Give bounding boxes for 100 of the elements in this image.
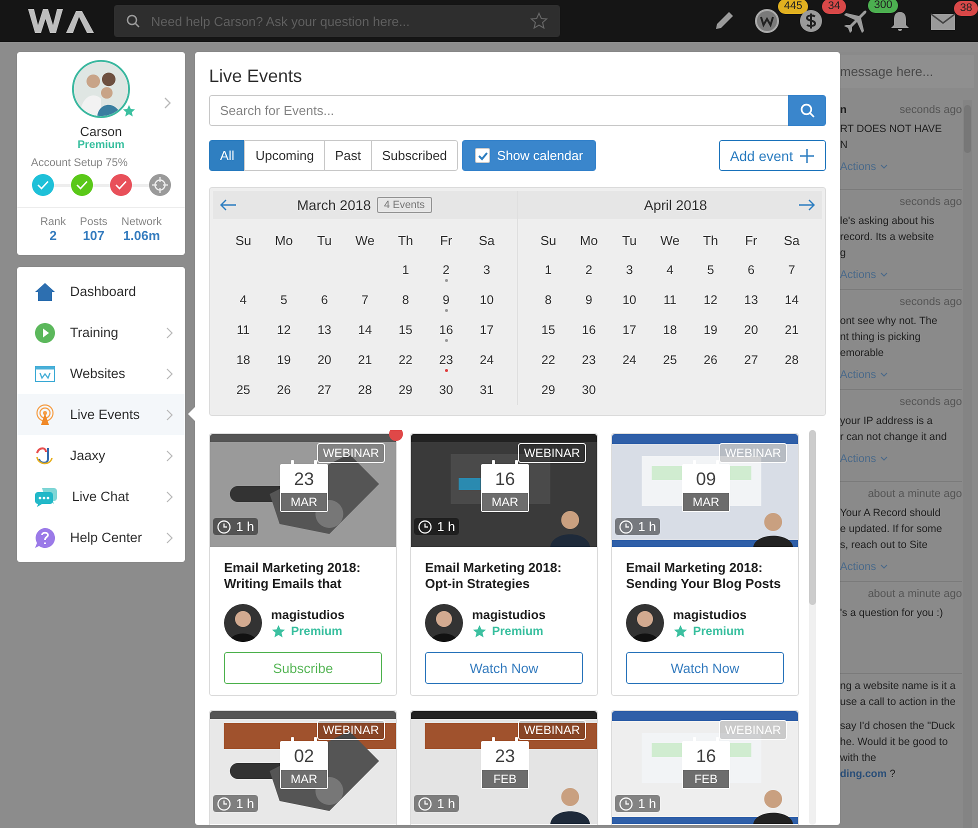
watch-button[interactable]: Watch Now [425, 652, 583, 684]
event-search-field[interactable]: Search for Events... [209, 95, 788, 126]
event-card[interactable]: WEBINAR 16 MAR 1 h Email Marketing 2018: Opt-in Strategies magistudios Premium Watch Now [410, 433, 598, 696]
calendar-day[interactable]: 11 [236, 323, 250, 337]
calendar-day[interactable]: 2 [585, 263, 592, 277]
check-step-icon[interactable] [30, 173, 54, 197]
calendar-day[interactable]: 12 [704, 293, 718, 307]
calendar-day[interactable]: 8 [544, 293, 552, 307]
filter-tab[interactable]: Past [324, 140, 372, 171]
search-button[interactable] [788, 95, 826, 126]
calendar-day[interactable]: 17 [480, 323, 494, 337]
calendar-day[interactable]: 18 [663, 323, 677, 337]
calendar-day[interactable]: 20 [744, 323, 758, 337]
nav-item[interactable]: Help Center [17, 517, 195, 558]
calendar-day[interactable]: 19 [276, 353, 291, 367]
calendar-day[interactable]: 27 [744, 353, 758, 367]
calendar-day[interactable]: 11 [664, 293, 676, 307]
calendar-day[interactable]: 28 [784, 353, 799, 367]
calendar-day[interactable]: 16 [582, 323, 596, 337]
check-step-icon[interactable] [70, 173, 94, 197]
filter-tab[interactable]: Subscribed [371, 140, 458, 171]
calendar-day[interactable]: 6 [320, 293, 328, 307]
calendar-day[interactable]: 3 [483, 263, 490, 277]
calendar-day[interactable]: 24 [480, 353, 494, 367]
calendar-day[interactable]: 6 [748, 263, 755, 277]
event-card[interactable]: WEBINAR 23 MAR 1 h Email Marketing 2018: Writing Emails that magistudios Premium Subscribe [209, 433, 397, 696]
calendar-day[interactable]: 9 [442, 293, 450, 307]
dollar-icon[interactable] [798, 8, 824, 34]
event-card[interactable]: WEBINAR 09 MAR 1 h Email Marketing 2018: Sending Your Blog Posts magistudios Premium Watch Now [611, 433, 799, 696]
message-field[interactable]: message here... [840, 55, 974, 88]
add-event-button[interactable]: Add event [718, 140, 826, 171]
calendar-day[interactable]: 26 [276, 383, 291, 397]
calendar-day[interactable]: 27 [317, 383, 332, 397]
calendar-day[interactable]: 30 [439, 383, 454, 397]
nav-item[interactable]: Training [17, 312, 195, 353]
date-month: FEB [482, 770, 528, 788]
calendar-day[interactable]: 30 [582, 383, 596, 397]
calendar-day[interactable]: 15 [398, 323, 413, 337]
calendar-day[interactable]: 23 [582, 353, 596, 367]
nav-item[interactable]: Dashboard [17, 271, 195, 312]
calendar-day[interactable]: 22 [541, 353, 556, 367]
calendar-day[interactable]: 8 [402, 293, 410, 307]
calendar-day[interactable]: 10 [480, 293, 494, 307]
show-calendar-toggle[interactable]: Show calendar [462, 140, 596, 171]
nav-item[interactable]: Websites [17, 353, 195, 394]
scrollbar[interactable] [809, 430, 816, 825]
calendar-day[interactable]: 4 [666, 263, 674, 277]
calendar-day[interactable]: 4 [240, 293, 247, 307]
filter-tab[interactable]: Upcoming [244, 140, 325, 171]
calendar-day[interactable]: 3 [626, 263, 633, 277]
calendar-day[interactable]: 22 [398, 353, 413, 367]
logo-icon[interactable] [26, 7, 96, 35]
calendar-day[interactable]: 29 [541, 383, 556, 397]
nav-item[interactable]: Live Chat [17, 476, 195, 517]
star-icon[interactable] [530, 12, 548, 30]
calendar-day[interactable]: 15 [541, 323, 556, 337]
calendar-day[interactable]: 13 [317, 323, 332, 337]
membership-level: Premium [77, 139, 125, 151]
calendar-day[interactable]: 23 [439, 353, 454, 367]
calendar-day[interactable]: 5 [280, 293, 288, 307]
calendar-day[interactable]: 19 [704, 323, 718, 337]
calendar-day[interactable]: 5 [707, 263, 714, 277]
nav-item[interactable]: Jaaxy [17, 435, 195, 476]
event-card[interactable]: WEBINAR 23 FEB 1 h [410, 710, 598, 825]
calendar-day[interactable]: 25 [663, 353, 677, 367]
calendar-day[interactable]: 20 [317, 353, 332, 367]
chevron-icon[interactable] [164, 97, 172, 109]
target-step-icon[interactable] [148, 173, 172, 197]
calendar-day[interactable]: 14 [358, 323, 372, 337]
previous-arrow-icon[interactable] [219, 199, 237, 211]
calendar-day[interactable]: 1 [544, 263, 552, 277]
calendar-day[interactable]: 1 [402, 263, 410, 277]
calendar-day[interactable]: 14 [784, 293, 799, 307]
calendar-day[interactable]: 21 [784, 323, 799, 337]
calendar-day[interactable]: 28 [358, 383, 372, 397]
calendar-day[interactable]: 29 [398, 383, 413, 397]
calendar-day[interactable]: 17 [622, 323, 636, 337]
checkbox[interactable] [475, 148, 490, 163]
calendar-day[interactable]: 7 [362, 293, 368, 307]
calendar-day[interactable]: 2 [442, 263, 450, 277]
watch-button[interactable]: Watch Now [626, 652, 784, 684]
nav-item[interactable]: Live Events [17, 394, 195, 435]
calendar-day[interactable]: 24 [622, 353, 636, 367]
check-step-icon[interactable] [108, 173, 132, 197]
calendar-day[interactable]: 21 [358, 353, 372, 367]
calendar-day[interactable]: 18 [236, 353, 250, 367]
event-card[interactable]: WEBINAR 02 MAR 1 h [209, 710, 397, 825]
calendar-day[interactable]: 31 [480, 383, 494, 397]
calendar-day[interactable]: 13 [744, 293, 758, 307]
next-arrow-icon[interactable] [798, 199, 816, 211]
calendar-day[interactable]: 12 [276, 323, 291, 337]
calendar-day[interactable]: 26 [704, 353, 718, 367]
filter-tab[interactable]: All [209, 140, 246, 171]
calendar-day[interactable]: 7 [788, 263, 796, 277]
coin-icon[interactable] [754, 8, 780, 34]
calendar-day[interactable]: 25 [236, 383, 250, 397]
calendar-day[interactable]: 10 [622, 293, 636, 307]
date-day: 16 [683, 742, 729, 770]
calendar-day[interactable]: 9 [585, 293, 592, 307]
calendar-day[interactable]: 16 [439, 323, 454, 337]
